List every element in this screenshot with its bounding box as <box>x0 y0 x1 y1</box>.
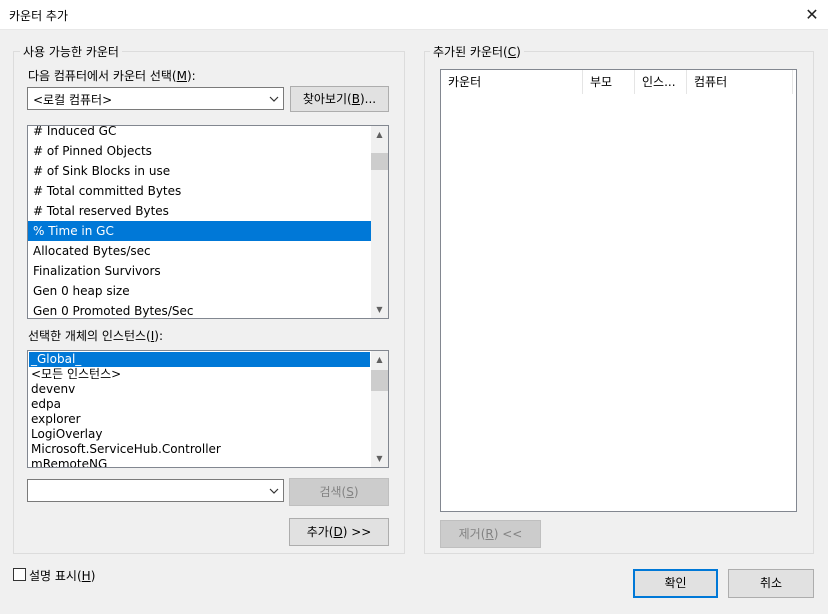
column-header-parent[interactable]: 부모 <box>583 70 635 94</box>
chevron-down-icon <box>269 488 279 494</box>
instance-list-item[interactable]: mRemoteNG <box>29 457 370 467</box>
added-counters-list[interactable]: 카운터 부모 인스... 컴퓨터 <box>440 69 797 512</box>
counter-list-item[interactable]: % Time in GC <box>28 221 371 241</box>
counters-scrollbar[interactable]: ▲ ▼ <box>371 126 388 318</box>
counter-list-item[interactable]: Gen 0 heap size <box>28 281 371 301</box>
ok-button[interactable]: 확인 <box>633 569 718 598</box>
window-title: 카운터 추가 <box>9 9 69 23</box>
counters-list-items: # Induced GC # of Pinned Objects # of Sink… <box>28 126 371 318</box>
remove-button[interactable]: 제거(R) << <box>440 520 541 548</box>
instance-list-item[interactable]: <모든 인스턴스> <box>29 367 370 382</box>
instance-list-item[interactable]: edpa <box>29 397 370 412</box>
counter-list-item[interactable]: # Total reserved Bytes <box>28 201 371 221</box>
available-counters-legend: 사용 가능한 카운터 <box>20 43 122 60</box>
counter-list-item[interactable]: # Total committed Bytes <box>28 181 371 201</box>
column-header-instance[interactable]: 인스... <box>635 70 687 94</box>
scroll-thumb[interactable] <box>371 153 388 170</box>
counter-list-item[interactable]: Allocated Bytes/sec <box>28 241 371 261</box>
added-counters-header: 카운터 부모 인스... 컴퓨터 <box>441 70 796 94</box>
instance-list-item[interactable]: devenv <box>29 382 370 397</box>
close-icon[interactable]: ✕ <box>800 3 824 27</box>
counter-list-item[interactable]: # of Pinned Objects <box>28 141 371 161</box>
counter-list-item[interactable]: Gen 0 Promoted Bytes/Sec <box>28 301 371 318</box>
computer-combo-value: <로컬 컴퓨터> <box>33 93 113 107</box>
instance-list-item[interactable]: LogiOverlay <box>29 427 370 442</box>
counter-list-item[interactable]: Finalization Survivors <box>28 261 371 281</box>
added-counters-legend: 추가된 카운터(C) <box>430 43 524 60</box>
instance-list-item[interactable]: Microsoft.ServiceHub.Controller <box>29 442 370 457</box>
search-combo[interactable] <box>27 479 284 502</box>
scroll-down-icon[interactable]: ▼ <box>371 450 388 467</box>
counters-list[interactable]: # Induced GC # of Pinned Objects # of Sink… <box>27 125 389 319</box>
scroll-down-icon[interactable]: ▼ <box>371 301 388 318</box>
scroll-up-icon[interactable]: ▲ <box>371 351 388 368</box>
computer-label: 다음 컴퓨터에서 카운터 선택(M): <box>28 69 196 83</box>
title-bar: 카운터 추가 ✕ <box>0 0 828 30</box>
counter-list-item[interactable]: # of Sink Blocks in use <box>28 161 371 181</box>
counter-list-item[interactable]: # Induced GC <box>28 126 371 141</box>
chevron-down-icon <box>269 96 279 102</box>
show-description-checkbox[interactable] <box>13 568 26 581</box>
computer-combo[interactable]: <로컬 컴퓨터> <box>27 87 284 110</box>
instances-list[interactable]: _Global_ <모든 인스턴스> devenv edpa explorer LogiO… <box>27 350 389 468</box>
instances-list-items: _Global_ <모든 인스턴스> devenv edpa explorer LogiO… <box>29 352 371 467</box>
add-button[interactable]: 추가(D) >> <box>289 518 389 546</box>
column-header-counter[interactable]: 카운터 <box>441 70 583 94</box>
instance-list-item[interactable]: explorer <box>29 412 370 427</box>
scroll-thumb[interactable] <box>371 370 388 391</box>
column-header-computer[interactable]: 컴퓨터 <box>687 70 793 94</box>
instances-scrollbar[interactable]: ▲ ▼ <box>371 351 388 467</box>
instance-list-item[interactable]: _Global_ <box>29 352 370 367</box>
cancel-button[interactable]: 취소 <box>728 569 814 598</box>
show-description-label[interactable]: 설명 표시(H) <box>29 567 95 584</box>
instances-label: 선택한 개체의 인스턴스(I): <box>28 329 163 343</box>
scroll-up-icon[interactable]: ▲ <box>371 126 388 143</box>
search-button[interactable]: 검색(S) <box>289 478 389 506</box>
browse-button[interactable]: 찾아보기(B)... <box>290 86 389 112</box>
